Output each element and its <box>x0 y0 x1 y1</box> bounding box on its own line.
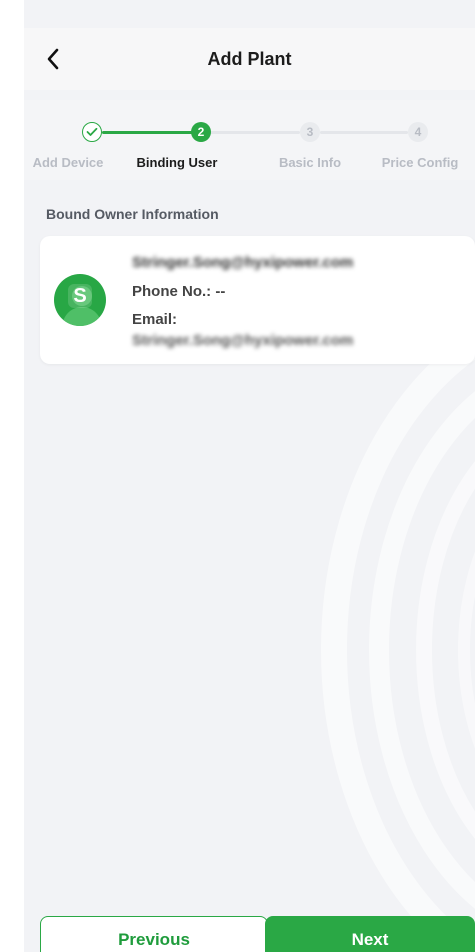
app-screen: Add Plant 2 3 4 Add Device Binding User … <box>24 0 475 952</box>
step-2-number: 2 <box>197 125 205 139</box>
step-3-label: Basic Info <box>278 155 342 170</box>
owner-email: Stringer.Song@hyxipower.com <box>132 332 354 349</box>
step-3-number: 3 <box>306 125 314 139</box>
avatar-initial: S <box>68 284 92 308</box>
step-4-label: Price Config <box>381 155 459 170</box>
back-button[interactable] <box>38 44 68 74</box>
owner-email-label: Email: <box>132 311 178 328</box>
step-connector-2-3 <box>210 131 300 134</box>
step-2-label: Binding User <box>136 155 218 170</box>
owner-phone: Phone No.: -- <box>132 283 226 300</box>
step-connector-3-4 <box>320 131 408 134</box>
page-title: Add Plant <box>207 48 292 69</box>
step-4-indicator: 4 <box>408 122 428 142</box>
chevron-left-icon <box>47 48 59 70</box>
section-title-owner: Bound Owner Information <box>46 206 219 222</box>
progress-stepper: 2 3 4 Add Device Binding User Basic Info… <box>24 100 475 180</box>
check-icon <box>86 127 98 136</box>
owner-name: Stringer.Song@hyxipower.com <box>132 254 354 271</box>
footer-actions: Previous Next <box>24 898 475 952</box>
step-1-indicator <box>82 122 102 142</box>
previous-button[interactable]: Previous <box>40 916 268 952</box>
step-1-label: Add Device <box>32 155 104 170</box>
step-3-indicator: 3 <box>300 122 320 142</box>
step-4-number: 4 <box>414 125 422 139</box>
top-nav-bar: Add Plant <box>24 28 475 90</box>
avatar: S <box>54 274 106 326</box>
step-2-indicator: 2 <box>191 122 211 142</box>
owner-info-card: S Stringer.Song@hyxipower.com Phone No.:… <box>40 236 475 364</box>
next-button[interactable]: Next <box>265 916 475 952</box>
